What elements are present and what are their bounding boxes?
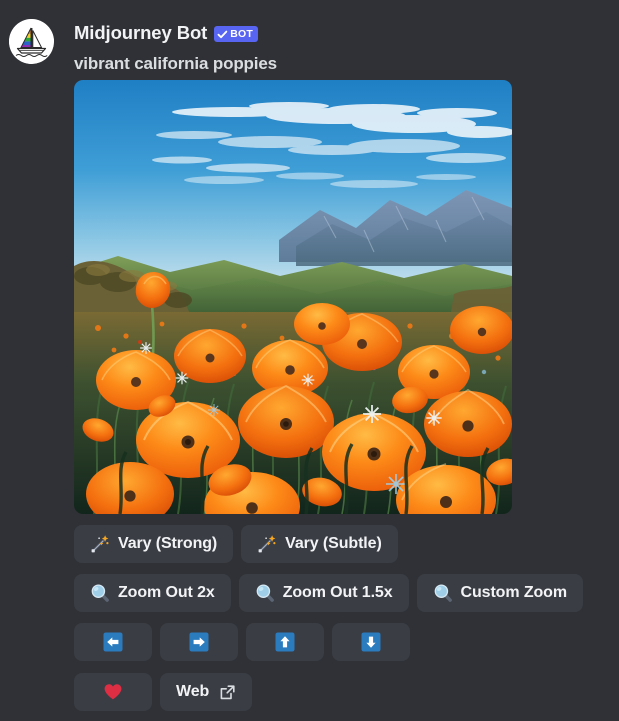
bot-badge: BOT <box>214 26 258 42</box>
arrow-down-icon <box>361 632 381 652</box>
check-icon <box>217 30 228 38</box>
zoom-out-2x-button[interactable]: Zoom Out 2x <box>74 574 231 612</box>
avatar[interactable] <box>9 19 54 64</box>
magnifying-glass-icon <box>256 584 274 602</box>
vary-subtle-label: Vary (Subtle) <box>285 535 382 552</box>
custom-zoom-label: Custom Zoom <box>460 584 568 601</box>
pan-right-button[interactable] <box>160 623 238 661</box>
sailboat-rainbow-avatar-icon <box>9 19 54 64</box>
magnifying-glass-icon <box>91 584 109 602</box>
author-username[interactable]: Midjourney Bot <box>74 22 207 44</box>
magnifying-glass-icon <box>434 584 452 602</box>
prompt-text: vibrant california poppies <box>74 54 277 73</box>
bot-badge-label: BOT <box>230 27 253 40</box>
bot-message: Midjourney Bot BOT vibrant california po… <box>0 0 619 721</box>
action-row-zoom: Zoom Out 2x Zoom Out 1.5x Custom Zoom <box>74 574 583 612</box>
vary-subtle-button[interactable]: Vary (Subtle) <box>241 525 398 563</box>
magic-wand-icon <box>91 535 109 553</box>
arrow-right-icon <box>189 632 209 652</box>
poppy-field-artwork <box>74 80 512 514</box>
heart-icon <box>104 684 122 700</box>
action-row-pan <box>74 623 410 661</box>
pan-down-button[interactable] <box>332 623 410 661</box>
vary-strong-button[interactable]: Vary (Strong) <box>74 525 234 563</box>
favorite-button[interactable] <box>74 673 152 711</box>
web-label: Web <box>176 683 210 700</box>
message-header: Midjourney Bot BOT <box>74 22 258 44</box>
pan-left-button[interactable] <box>74 623 152 661</box>
action-row-misc: Web <box>74 673 253 711</box>
external-link-icon <box>220 684 235 699</box>
arrow-up-icon <box>275 632 295 652</box>
custom-zoom-button[interactable]: Custom Zoom <box>416 574 583 612</box>
arrow-left-icon <box>103 632 123 652</box>
magic-wand-icon <box>258 535 276 553</box>
zoom-out-2x-label: Zoom Out 2x <box>118 584 215 601</box>
zoom-out-1-5x-button[interactable]: Zoom Out 1.5x <box>238 574 409 612</box>
generated-image[interactable] <box>74 80 512 514</box>
pan-up-button[interactable] <box>246 623 324 661</box>
action-row-vary: Vary (Strong) Vary (Subtle) <box>74 525 398 563</box>
zoom-out-1-5x-label: Zoom Out 1.5x <box>282 584 393 601</box>
vary-strong-label: Vary (Strong) <box>118 535 218 552</box>
web-button[interactable]: Web <box>160 673 253 711</box>
